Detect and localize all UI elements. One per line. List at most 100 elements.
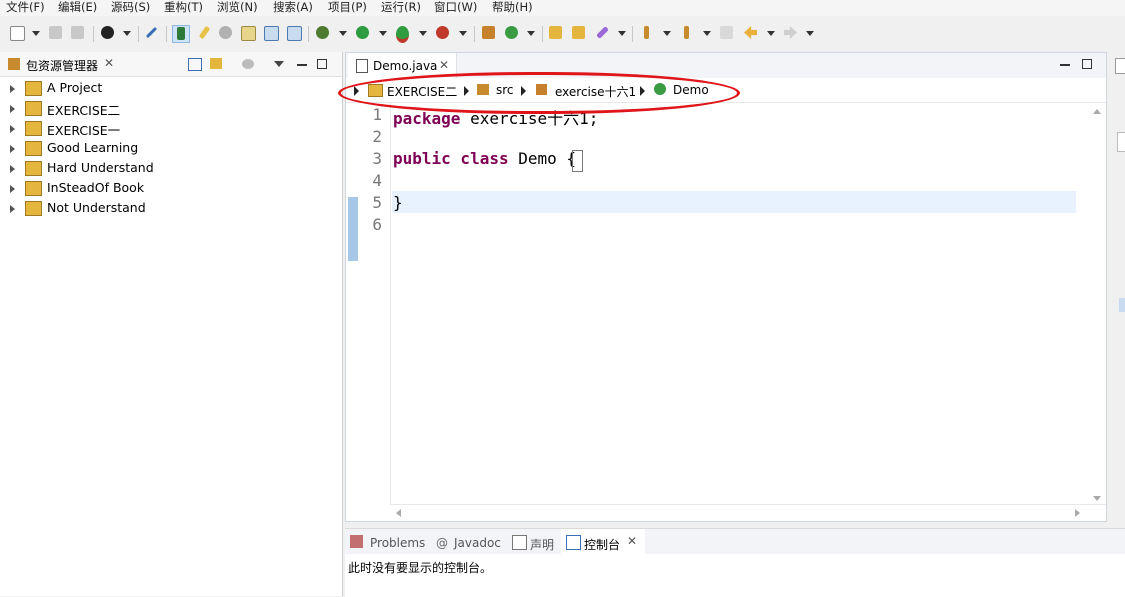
collapse-all-icon[interactable]: [188, 58, 202, 71]
maximize-icon[interactable]: [317, 59, 327, 69]
tab-declaration[interactable]: 声明: [509, 529, 561, 554]
project-icon: [25, 161, 42, 176]
back-icon[interactable]: [743, 25, 759, 41]
tree-project[interactable]: InSteadOf Book: [0, 178, 330, 198]
coverage-dropdown[interactable]: [419, 31, 427, 36]
scroll-down-icon[interactable]: [1093, 496, 1101, 501]
next-annotation-dropdown[interactable]: [663, 31, 671, 36]
tab-console[interactable]: 控制台 ✕: [561, 529, 645, 554]
forward-dropdown[interactable]: [806, 31, 814, 36]
toggle-icon[interactable]: [218, 25, 234, 41]
expand-icon[interactable]: [10, 185, 15, 193]
menu-project[interactable]: 项目(P): [328, 0, 367, 16]
restore-icon[interactable]: [1117, 132, 1125, 152]
focus-icon[interactable]: [242, 59, 254, 69]
show-whitespace-icon[interactable]: [286, 25, 302, 41]
debug-icon[interactable]: [315, 25, 331, 41]
external-tools-dropdown[interactable]: [459, 31, 467, 36]
scroll-right-icon[interactable]: [1075, 509, 1080, 517]
outline-icon[interactable]: [1115, 58, 1125, 74]
menu-file[interactable]: 文件(F): [6, 0, 45, 16]
tree-project[interactable]: EXERCISE二: [0, 98, 330, 118]
toolbar-separator: [93, 26, 94, 42]
new-class-dropdown[interactable]: [527, 31, 535, 36]
maximize-icon[interactable]: [1082, 59, 1092, 69]
minimize-icon[interactable]: [297, 64, 307, 66]
new-package-icon[interactable]: [481, 25, 497, 41]
breadcrumb-project[interactable]: EXERCISE二: [387, 83, 457, 100]
expand-icon[interactable]: [10, 85, 15, 93]
scroll-up-icon[interactable]: [1093, 109, 1101, 114]
breadcrumb-arrow-icon[interactable]: [640, 86, 645, 96]
horizontal-scrollbar[interactable]: [390, 504, 1106, 521]
menu-source[interactable]: 源码(S): [111, 0, 150, 16]
breadcrumb-arrow-icon[interactable]: [354, 86, 359, 96]
mark-occurrences-icon[interactable]: [172, 25, 190, 43]
menu-navigate[interactable]: 浏览(N): [217, 0, 258, 16]
menu-help[interactable]: 帮助(H): [492, 0, 533, 16]
prev-annotation-icon[interactable]: [679, 25, 695, 41]
menu-window[interactable]: 窗口(W): [434, 0, 477, 16]
skip-breakpoints-icon[interactable]: [144, 25, 160, 41]
minimize-icon[interactable]: [1060, 64, 1070, 66]
close-tab-icon[interactable]: ✕: [439, 58, 449, 72]
save-all-icon[interactable]: [70, 25, 86, 41]
tab-demo-java[interactable]: Demo.java ✕: [348, 53, 457, 78]
block-icon[interactable]: [263, 25, 279, 41]
open-type-icon[interactable]: [548, 25, 564, 41]
highlight-icon[interactable]: [196, 25, 212, 41]
close-tab-icon[interactable]: ✕: [627, 534, 637, 548]
open-task-icon[interactable]: [571, 25, 587, 41]
search-flash-icon[interactable]: [594, 25, 610, 41]
link-with-editor-icon[interactable]: [210, 58, 222, 69]
tab-javadoc[interactable]: @ Javadoc: [431, 529, 509, 554]
task-icon[interactable]: [240, 25, 256, 41]
expand-icon[interactable]: [10, 205, 15, 213]
breadcrumb-package[interactable]: exercise十六1: [555, 83, 636, 100]
vertical-scrollbar[interactable]: [1088, 103, 1106, 507]
run-icon[interactable]: [355, 25, 371, 41]
expand-icon[interactable]: [10, 125, 15, 133]
expand-icon[interactable]: [10, 105, 15, 113]
menu-search[interactable]: 搜索(A): [273, 0, 313, 16]
tree-project[interactable]: Not Understand: [0, 198, 330, 218]
scroll-left-icon[interactable]: [396, 509, 401, 517]
breadcrumb-arrow-icon[interactable]: [464, 86, 469, 96]
toolbar: [0, 18, 1125, 50]
tree-project[interactable]: Good Learning: [0, 138, 330, 158]
breadcrumb-src[interactable]: src: [496, 83, 514, 97]
breadcrumb-arrow-icon[interactable]: [521, 86, 526, 96]
new-dropdown[interactable]: [32, 31, 40, 36]
next-annotation-icon[interactable]: [639, 25, 655, 41]
tree-project[interactable]: EXERCISE一: [0, 118, 330, 138]
user-icon[interactable]: [100, 25, 116, 41]
last-edit-icon[interactable]: [719, 25, 735, 41]
expand-icon[interactable]: [10, 165, 15, 173]
menu-refactor[interactable]: 重构(T): [164, 0, 203, 16]
code-area[interactable]: package exercise十六1; public class Demo {…: [392, 103, 1076, 507]
expand-icon[interactable]: [10, 145, 15, 153]
declaration-icon: [512, 535, 527, 550]
view-menu-icon[interactable]: [274, 61, 284, 67]
tree-project[interactable]: Hard Understand: [0, 158, 330, 178]
tree-project[interactable]: A Project: [0, 78, 330, 98]
back-dropdown[interactable]: [767, 31, 775, 36]
forward-icon[interactable]: [783, 25, 799, 41]
prev-annotation-dropdown[interactable]: [703, 31, 711, 36]
debug-dropdown[interactable]: [339, 31, 347, 36]
close-view-icon[interactable]: ✕: [104, 56, 114, 70]
save-icon[interactable]: [48, 25, 64, 41]
task-list-icon[interactable]: [1119, 298, 1125, 312]
breadcrumb-class[interactable]: Demo: [673, 83, 709, 97]
bottom-tabbar: Problems @ Javadoc 声明 控制台 ✕: [345, 529, 1125, 554]
new-icon[interactable]: [9, 25, 25, 41]
external-tools-icon[interactable]: [435, 25, 451, 41]
user-dropdown[interactable]: [123, 31, 131, 36]
menu-run[interactable]: 运行(R): [381, 0, 421, 16]
run-dropdown[interactable]: [379, 31, 387, 36]
coverage-icon[interactable]: [395, 25, 411, 43]
tab-problems[interactable]: Problems: [345, 529, 431, 554]
menu-edit[interactable]: 编辑(E): [58, 0, 97, 16]
search-dropdown[interactable]: [618, 31, 626, 36]
new-class-icon[interactable]: [504, 25, 520, 41]
